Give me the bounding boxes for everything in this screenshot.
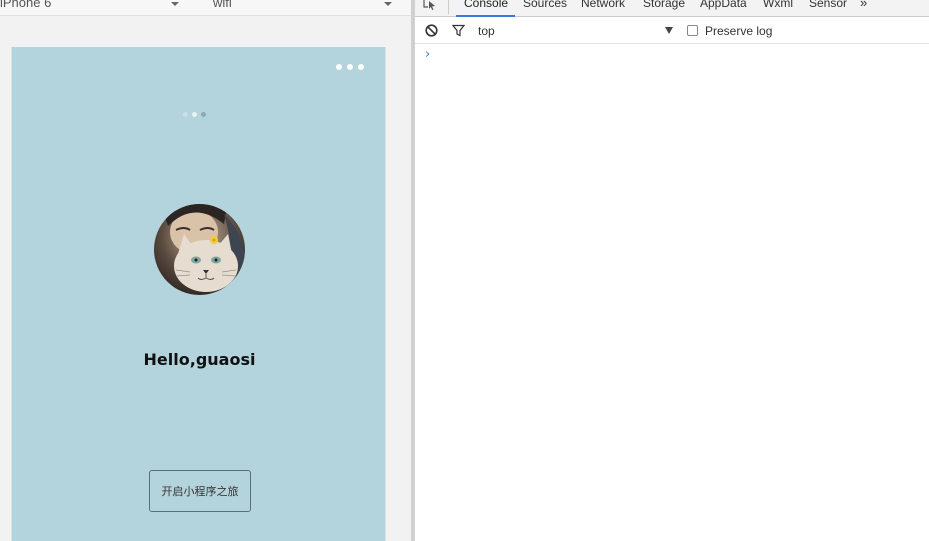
more-menu-icon[interactable] <box>336 64 368 72</box>
tab-sources[interactable]: Sources <box>523 0 567 10</box>
tab-sensor[interactable]: Sensor <box>809 0 847 10</box>
context-chevron-down-icon[interactable] <box>665 27 673 34</box>
console-prompt-chevron-icon[interactable]: › <box>425 47 430 62</box>
device-toolbar: iPhone 6 wifi <box>0 0 411 16</box>
device-select-chevron-icon[interactable] <box>171 2 179 6</box>
tab-separator <box>448 0 449 14</box>
active-tab-indicator <box>456 15 515 17</box>
inspect-element-icon[interactable] <box>423 0 437 10</box>
loading-dot <box>192 112 197 117</box>
filter-icon[interactable] <box>452 24 465 37</box>
menu-dot <box>358 64 364 70</box>
loading-dot <box>201 112 206 117</box>
devtools-tab-bar: Console Sources Network Storage AppData … <box>415 0 929 17</box>
context-select[interactable]: top <box>478 24 495 38</box>
start-journey-button[interactable]: 开启小程序之旅 <box>149 470 251 512</box>
clear-console-icon[interactable] <box>425 24 438 37</box>
preserve-log-label[interactable]: Preserve log <box>705 24 772 38</box>
phone-screen: Hello,guaosi 开启小程序之旅 <box>11 47 386 541</box>
greeting-text: Hello,guaosi <box>143 350 256 369</box>
tab-wxml[interactable]: Wxml <box>763 0 793 10</box>
tab-storage[interactable]: Storage <box>643 0 685 10</box>
simulator-pane: iPhone 6 wifi Hello,guaosi 开启小程序之旅 <box>0 0 411 541</box>
avatar <box>154 204 245 295</box>
network-select[interactable]: wifi <box>213 0 232 10</box>
menu-dot <box>347 64 353 70</box>
loading-dot <box>183 112 188 117</box>
device-select[interactable]: iPhone 6 <box>0 0 51 10</box>
network-select-chevron-icon[interactable] <box>384 2 392 6</box>
tab-console[interactable]: Console <box>464 0 508 10</box>
loading-indicator <box>183 112 206 117</box>
avatar-photo-image <box>154 204 245 295</box>
menu-dot <box>336 64 342 70</box>
more-tabs-chevron-icon[interactable]: » <box>860 0 867 10</box>
tab-appdata[interactable]: AppData <box>700 0 747 10</box>
tab-network[interactable]: Network <box>581 0 625 10</box>
console-toolbar: top Preserve log <box>415 18 929 44</box>
devtools-pane: Console Sources Network Storage AppData … <box>415 0 929 541</box>
preserve-log-checkbox[interactable] <box>687 25 698 36</box>
